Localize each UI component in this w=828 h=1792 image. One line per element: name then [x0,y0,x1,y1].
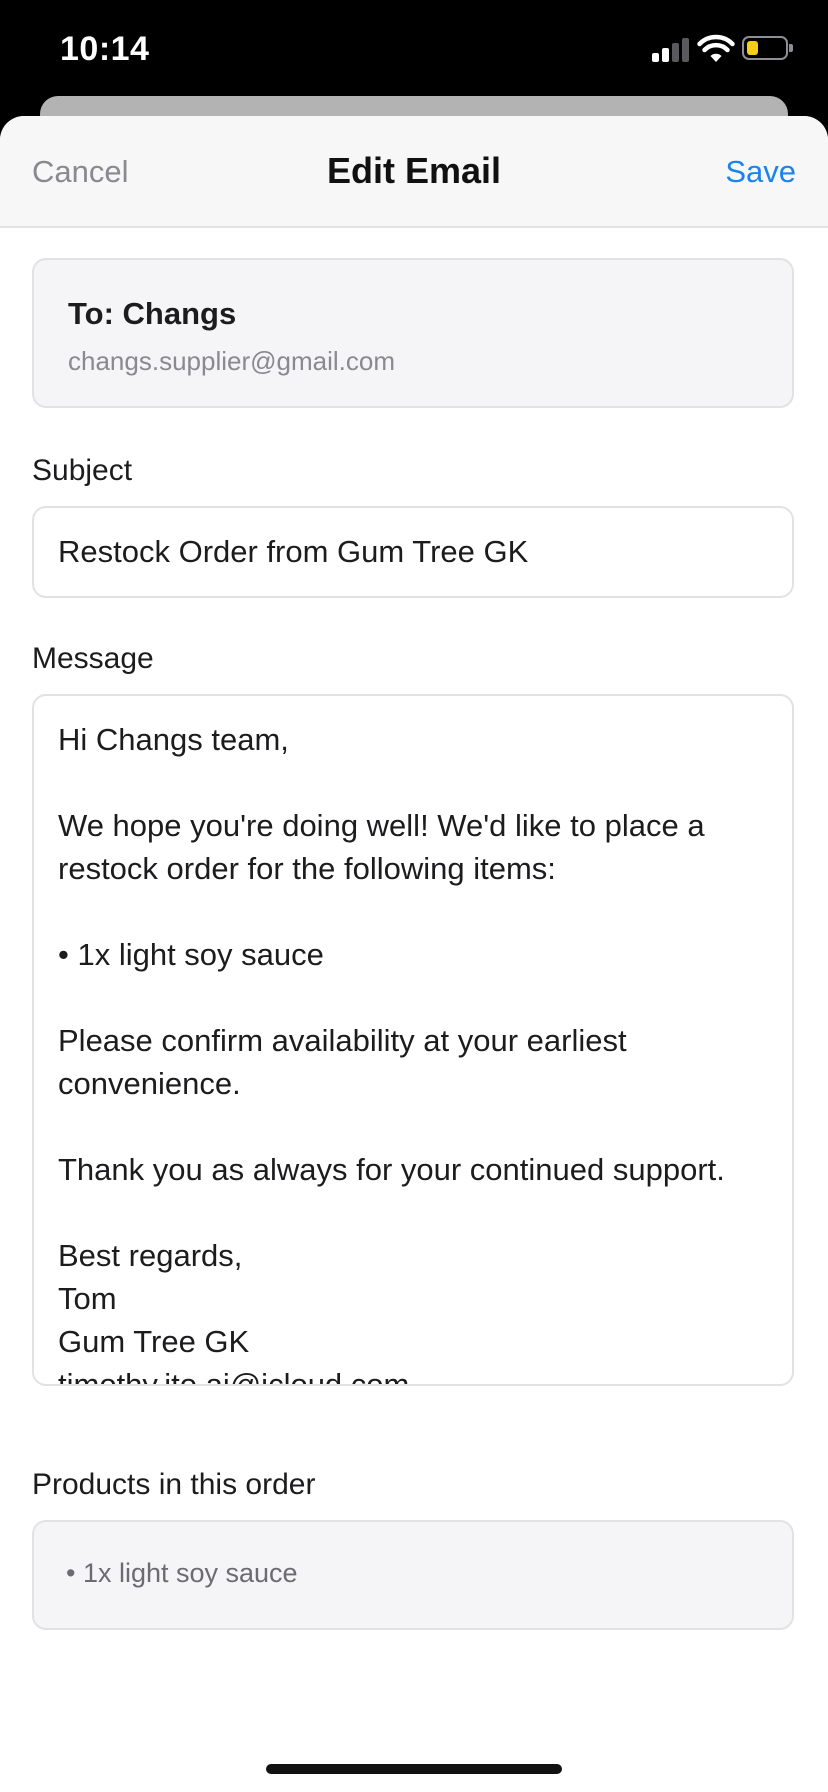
recipient-email: changs.supplier@gmail.com [68,346,395,376]
subject-input[interactable] [58,508,758,596]
subject-label: Subject [32,454,133,487]
message-field[interactable]: Hi Changs team, We hope you're doing wel… [32,694,794,1386]
edit-email-sheet: Cancel Edit Email Save To: Changs changs… [0,116,828,1792]
subject-field[interactable] [32,506,794,598]
recipient-name: To: Changs [68,296,237,331]
cancel-button[interactable]: Cancel [32,154,129,190]
home-indicator [266,1764,562,1774]
products-list: • 1x light soy sauce [32,1520,794,1630]
message-body[interactable]: Hi Changs team, We hope you're doing wel… [58,718,768,1384]
save-button[interactable]: Save [725,154,796,190]
cellular-signal-icon [652,38,690,62]
wifi-icon [697,34,735,62]
battery-icon [742,36,793,60]
product-item: • 1x light soy sauce [66,1558,298,1588]
status-bar: 10:14 [0,0,828,96]
battery-level [747,41,758,55]
status-time: 10:14 [60,30,150,68]
navigation-bar: Cancel Edit Email Save [0,116,828,228]
message-label: Message [32,642,154,675]
products-heading: Products in this order [32,1468,316,1501]
recipient-card: To: Changs changs.supplier@gmail.com [32,258,794,408]
